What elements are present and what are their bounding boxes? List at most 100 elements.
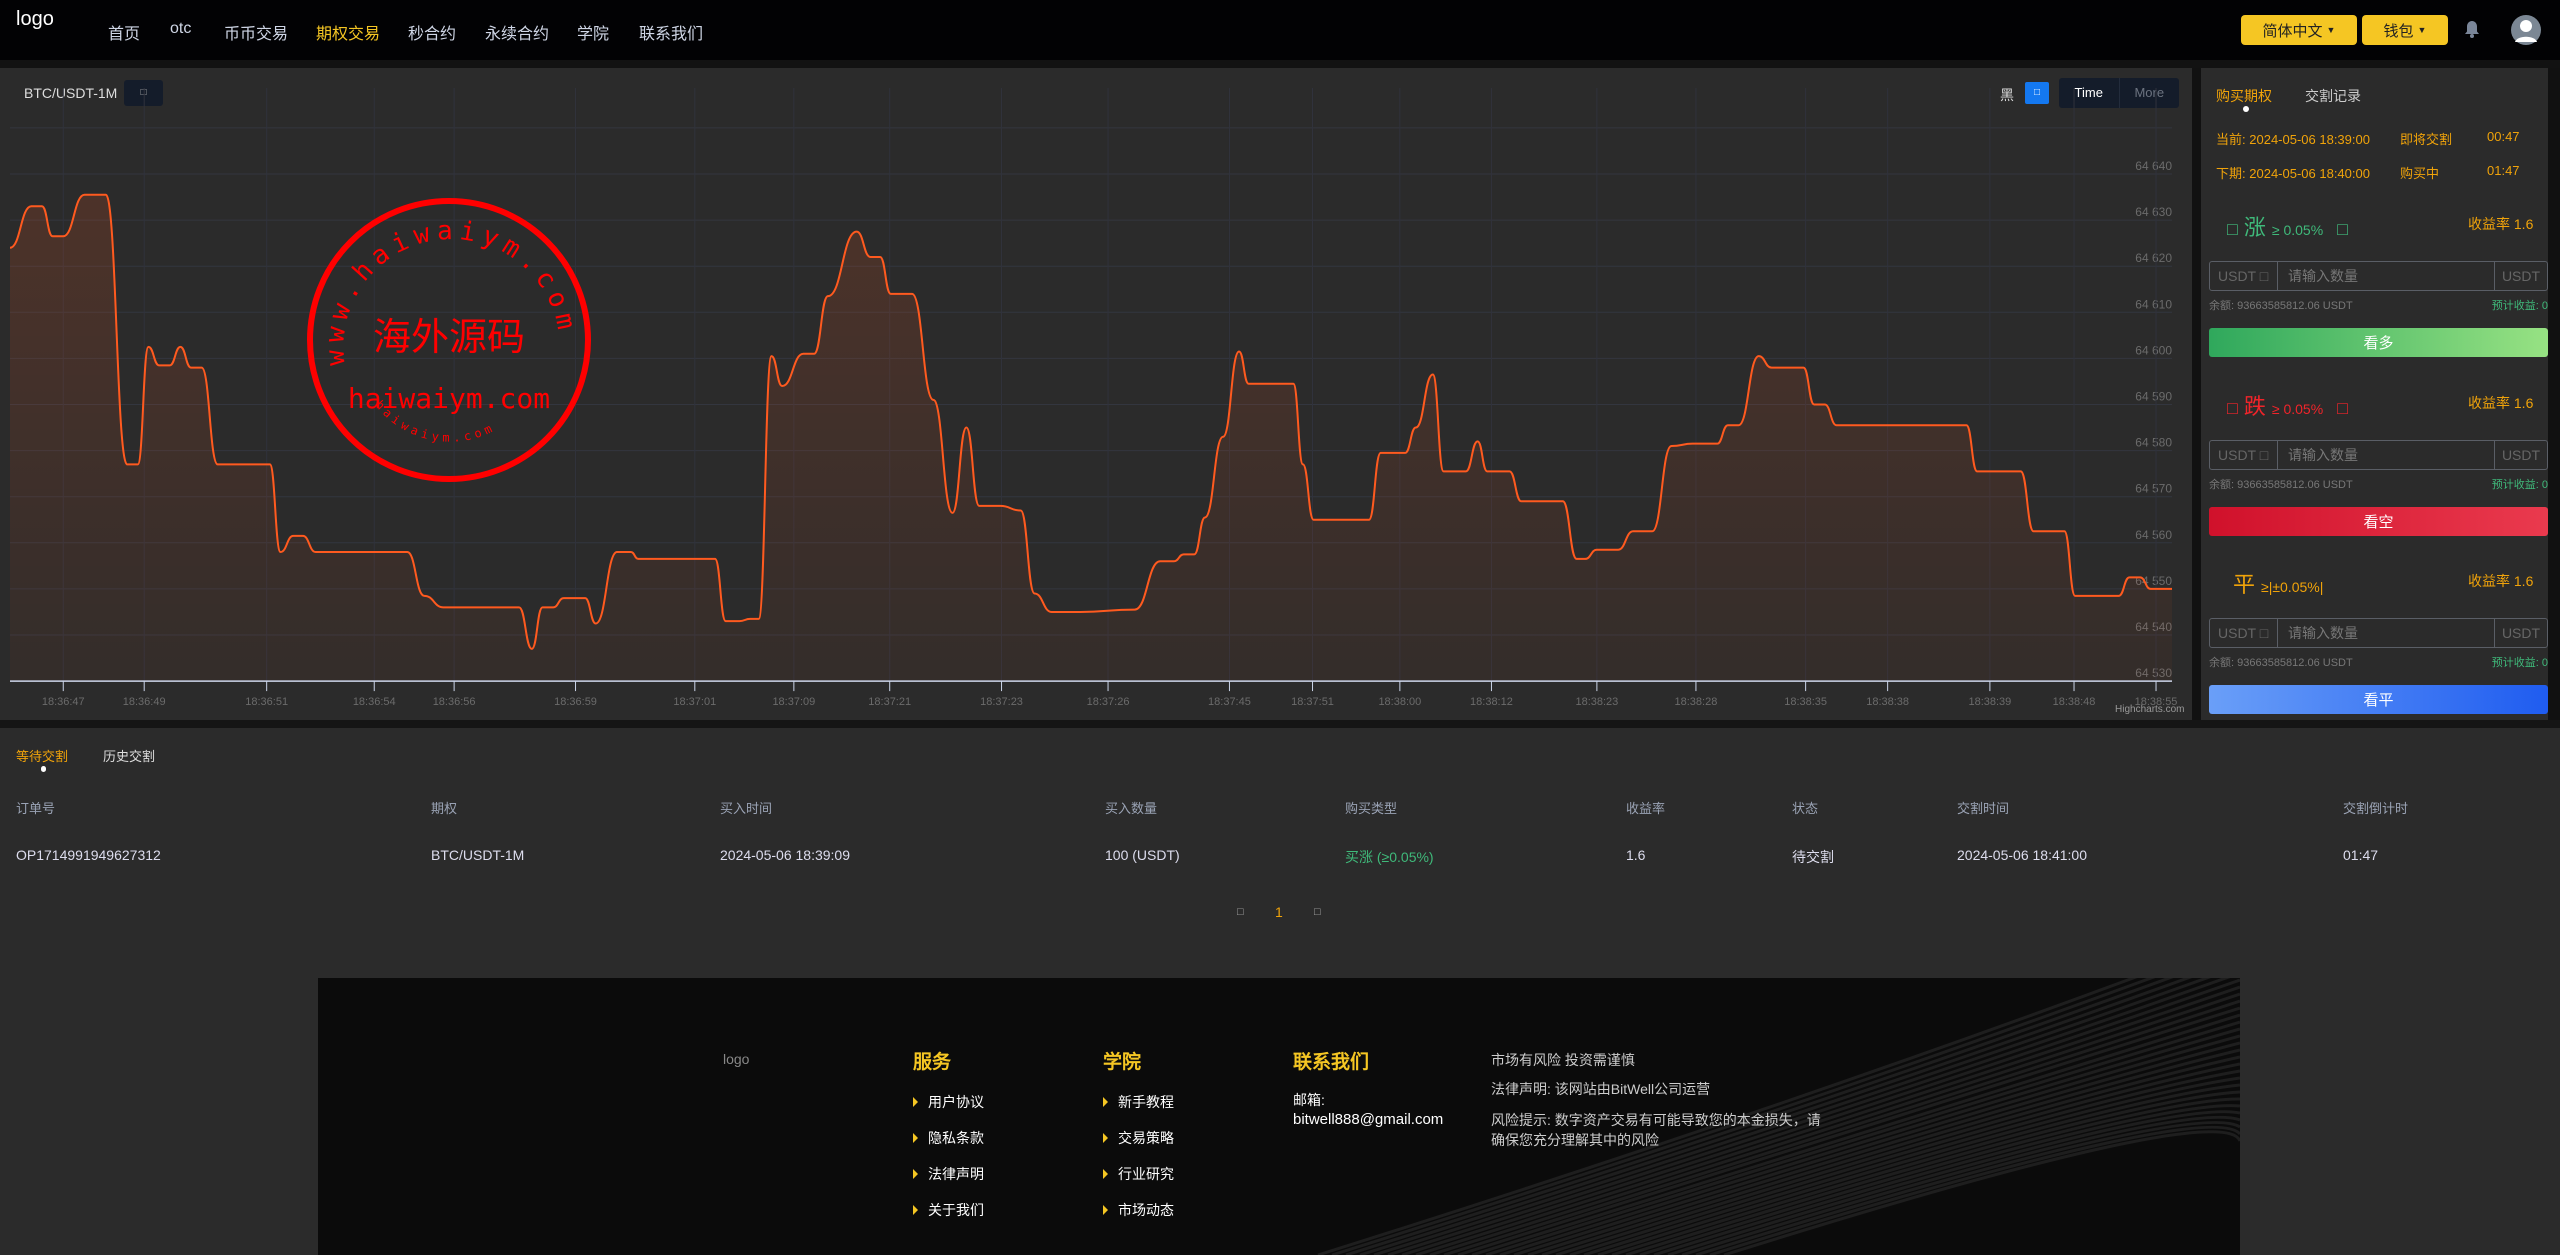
next-period-label: 下期: 2024-05-06 18:40:00 bbox=[2216, 166, 2370, 181]
column-header: 交割时间 bbox=[1957, 801, 2010, 816]
table-cell: 2024-05-06 18:41:00 bbox=[1957, 847, 2087, 863]
tab-buy-options[interactable]: 购买期权 bbox=[2216, 86, 2272, 106]
nav-options[interactable]: 期权交易 bbox=[316, 20, 380, 44]
option-title: 平 bbox=[2233, 572, 2256, 597]
y-tick-label: 64 620 bbox=[2135, 251, 2172, 265]
x-tick-label: 18:36:51 bbox=[245, 696, 288, 708]
next-page-button[interactable]: □ bbox=[1314, 906, 1321, 918]
footer-link[interactable]: 法律声明 bbox=[913, 1164, 984, 1184]
column-header: 交割倒计时 bbox=[2343, 801, 2409, 816]
footer-link[interactable]: 新手教程 bbox=[1103, 1092, 1174, 1112]
footer-note: 法律声明: 该网站由BitWell公司运营 bbox=[1491, 1081, 1711, 1097]
footer-academy-title: 学院 bbox=[1103, 1052, 1142, 1073]
y-tick-label: 64 590 bbox=[2135, 390, 2172, 404]
caret-down-icon: ▼ bbox=[2417, 25, 2427, 35]
unit-label: USDT bbox=[2494, 262, 2547, 290]
column-header: 期权 bbox=[431, 801, 458, 816]
nav-home[interactable]: 首页 bbox=[108, 20, 140, 44]
page-1-button[interactable]: 1 bbox=[1275, 904, 1283, 920]
amount-input[interactable] bbox=[2278, 441, 2494, 469]
footer-link[interactable]: 隐私条款 bbox=[913, 1128, 984, 1148]
current-status: 即将交割 bbox=[2400, 132, 2453, 147]
x-tick-label: 18:36:59 bbox=[554, 696, 597, 708]
y-tick-label: 64 580 bbox=[2135, 436, 2172, 450]
call-button[interactable]: 看多 bbox=[2209, 328, 2548, 357]
footer-logo[interactable]: logo bbox=[723, 1051, 749, 1067]
wallet-button[interactable]: 钱包 ▼ bbox=[2362, 15, 2448, 45]
highcharts-credit[interactable]: Highcharts.com bbox=[2115, 704, 2184, 715]
footer-link[interactable]: 市场动态 bbox=[1103, 1200, 1174, 1220]
currency-select[interactable]: USDT □ bbox=[2210, 441, 2278, 469]
table-cell: OP1714991949627312 bbox=[16, 847, 161, 863]
table-cell: 2024-05-06 18:39:09 bbox=[720, 847, 850, 863]
watermark-stamp: www.haiwaiym.com 海外源码 haiwaiym.com haiwa… bbox=[307, 198, 591, 482]
option-condition: ≥|±0.05%| bbox=[2261, 579, 2324, 595]
caret-down-icon: ▼ bbox=[2326, 25, 2336, 35]
nav-academy[interactable]: 学院 bbox=[577, 20, 609, 44]
current-period-label: 当前: 2024-05-06 18:39:00 bbox=[2216, 132, 2370, 147]
amount-input-group: USDT □ 请输入数量 USDT bbox=[2209, 618, 2548, 648]
balance-text: 余额: 93663585812.06 USDT bbox=[2209, 657, 2353, 669]
amount-input-group: USDT □ 请输入数量 USDT bbox=[2209, 440, 2548, 470]
nav-otc[interactable]: otc bbox=[170, 20, 191, 38]
footer-link[interactable]: 关于我们 bbox=[913, 1200, 984, 1220]
footer-note: 市场有风险 投资需谨慎 bbox=[1491, 1052, 1635, 1068]
active-tab-dot bbox=[2243, 106, 2249, 112]
unit-label: USDT bbox=[2494, 441, 2547, 469]
x-tick-label: 18:38:38 bbox=[1866, 696, 1909, 708]
x-tick-label: 18:37:23 bbox=[980, 696, 1023, 708]
logo[interactable]: logo bbox=[16, 8, 54, 31]
footer-note: 风险提示: 数字资产交易有可能导致您的本金损失，请 bbox=[1491, 1112, 1821, 1128]
nav-second-contract[interactable]: 秒合约 bbox=[408, 20, 456, 44]
column-header: 状态 bbox=[1792, 801, 1819, 816]
x-tick-label: 18:36:47 bbox=[42, 696, 85, 708]
language-button[interactable]: 简体中文 ▼ bbox=[2241, 15, 2357, 45]
option-call-header: □ 涨 ≥ 0.05% □ bbox=[2227, 210, 2348, 242]
nav-perpetual[interactable]: 永续合约 bbox=[485, 20, 549, 44]
amount-field: 请输入数量 bbox=[2278, 619, 2494, 647]
table-cell: 1.6 bbox=[1626, 847, 1646, 863]
tab-delivery-records[interactable]: 交割记录 bbox=[2305, 86, 2361, 106]
footer-link[interactable]: 用户协议 bbox=[913, 1092, 984, 1112]
x-tick-label: 18:38:23 bbox=[1575, 696, 1618, 708]
x-tick-label: 18:38:39 bbox=[1968, 696, 2011, 708]
column-header: 买入时间 bbox=[720, 801, 773, 816]
amount-input[interactable] bbox=[2278, 619, 2494, 647]
return-rate: 收益率 1.6 bbox=[2468, 216, 2534, 232]
tab-pending-orders[interactable]: 等待交割 bbox=[16, 746, 68, 765]
email-link[interactable]: bitwell888@gmail.com bbox=[1293, 1111, 1443, 1128]
currency-select[interactable]: USDT □ bbox=[2210, 619, 2278, 647]
option-icon: □ bbox=[2227, 398, 2238, 418]
y-tick-label: 64 640 bbox=[2135, 159, 2172, 173]
x-tick-label: 18:38:48 bbox=[2053, 696, 2096, 708]
option-title: 跌 bbox=[2243, 394, 2266, 419]
footer-link[interactable]: 行业研究 bbox=[1103, 1164, 1174, 1184]
estimated-profit: 预计收益: 0 bbox=[2491, 479, 2548, 491]
nav-contact[interactable]: 联系我们 bbox=[639, 20, 703, 44]
column-header: 买入数量 bbox=[1105, 801, 1158, 816]
option-put-header: □ 跌 ≥ 0.05% □ bbox=[2227, 389, 2348, 421]
nav-spot[interactable]: 币币交易 bbox=[224, 20, 288, 44]
footer bbox=[318, 978, 2240, 1255]
x-tick-label: 18:37:09 bbox=[772, 696, 815, 708]
table-cell: 买涨 (≥0.05%) bbox=[1345, 849, 1434, 865]
table-cell: BTC/USDT-1M bbox=[431, 847, 525, 863]
footer-link[interactable]: 交易策略 bbox=[1103, 1128, 1174, 1148]
wallet-label: 钱包 bbox=[2383, 22, 2414, 40]
put-button[interactable]: 看空 bbox=[2209, 507, 2548, 536]
estimated-profit: 预计收益: 0 bbox=[2491, 657, 2548, 669]
footer-contact-title: 联系我们 bbox=[1293, 1052, 1370, 1073]
amount-input[interactable] bbox=[2278, 262, 2494, 290]
estimated-profit: 预计收益: 0 bbox=[2491, 300, 2548, 312]
flat-button[interactable]: 看平 bbox=[2209, 685, 2548, 714]
bell-icon[interactable] bbox=[2464, 19, 2480, 39]
currency-select[interactable]: USDT □ bbox=[2210, 262, 2278, 290]
tab-history-orders[interactable]: 历史交割 bbox=[103, 746, 155, 765]
divider bbox=[2192, 68, 2201, 728]
avatar[interactable] bbox=[2511, 15, 2541, 45]
option-flat-header: 平 ≥|±0.05%| bbox=[2227, 567, 2337, 599]
column-header: 购买类型 bbox=[1345, 801, 1398, 816]
prev-page-button[interactable]: □ bbox=[1237, 906, 1244, 918]
divider bbox=[0, 60, 2560, 68]
option-condition: ≥ 0.05% bbox=[2271, 222, 2324, 238]
